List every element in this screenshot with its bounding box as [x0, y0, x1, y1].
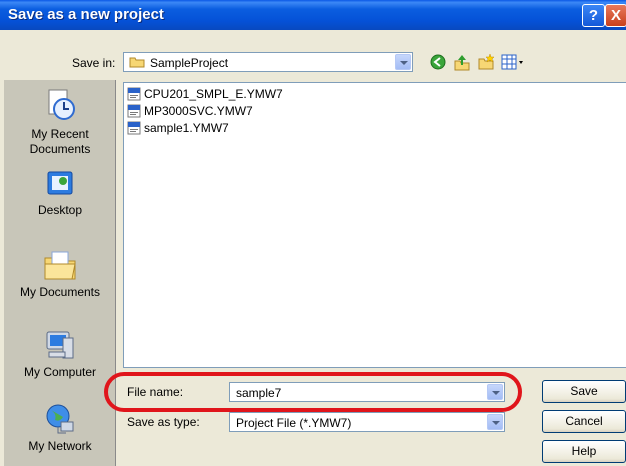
ymw7-file-icon: [127, 87, 141, 101]
place-label: My Documents: [19, 285, 101, 299]
desktop-icon: [44, 168, 76, 200]
list-item[interactable]: CPU201_SMPL_E.YMW7: [127, 86, 283, 103]
recent-documents-icon: [44, 88, 76, 122]
place-label: My Recent Documents: [29, 127, 91, 156]
place-label: My Network: [28, 439, 92, 453]
list-item[interactable]: sample1.YMW7: [127, 120, 229, 137]
window-title: Save as a new project: [8, 6, 164, 23]
places-bar: My Recent Documents Desktop My Documents…: [4, 80, 116, 466]
place-my-documents[interactable]: My Documents: [4, 248, 116, 300]
chevron-down-icon[interactable]: [487, 414, 503, 430]
place-label: My Computer: [23, 365, 97, 379]
save-in-label: Save in:: [72, 56, 116, 70]
ymw7-file-icon: [127, 104, 141, 118]
save-as-type-dropdown[interactable]: Project File (*.YMW7): [229, 412, 505, 432]
up-folder-icon[interactable]: [453, 53, 471, 71]
save-as-type-label: Save as type:: [127, 415, 200, 429]
place-label: Desktop: [37, 203, 83, 217]
place-desktop[interactable]: Desktop: [4, 168, 116, 218]
file-name: MP3000SVC.YMW7: [144, 103, 253, 118]
back-icon[interactable]: [430, 54, 446, 70]
ymw7-file-icon: [127, 121, 141, 135]
my-computer-icon: [43, 328, 77, 362]
save-button[interactable]: Save: [542, 380, 626, 403]
list-item[interactable]: MP3000SVC.YMW7: [127, 103, 253, 120]
views-icon[interactable]: [501, 54, 525, 70]
save-as-type-value: Project File (*.YMW7): [236, 416, 352, 430]
help-title-button[interactable]: ?: [582, 4, 605, 27]
new-folder-icon[interactable]: [477, 53, 495, 71]
save-in-dropdown[interactable]: SampleProject: [123, 52, 413, 72]
my-documents-icon: [42, 248, 78, 282]
cancel-button[interactable]: Cancel: [542, 410, 626, 433]
place-my-computer[interactable]: My Computer: [4, 328, 116, 380]
folder-icon: [129, 56, 145, 68]
close-button[interactable]: X: [605, 4, 626, 27]
my-network-icon: [43, 402, 77, 436]
highlight-annotation: [104, 372, 522, 412]
title-bar: Save as a new project ? X: [0, 0, 626, 30]
file-name: sample1.YMW7: [144, 120, 229, 135]
save-in-value: SampleProject: [150, 56, 229, 70]
place-my-recent-documents[interactable]: My Recent Documents: [4, 88, 116, 157]
help-button[interactable]: Help: [542, 440, 626, 463]
file-list[interactable]: CPU201_SMPL_E.YMW7 MP3000SVC.YMW7 sample…: [123, 82, 626, 368]
place-my-network[interactable]: My Network: [4, 402, 116, 454]
chevron-down-icon[interactable]: [395, 54, 411, 70]
file-name: CPU201_SMPL_E.YMW7: [144, 86, 283, 101]
